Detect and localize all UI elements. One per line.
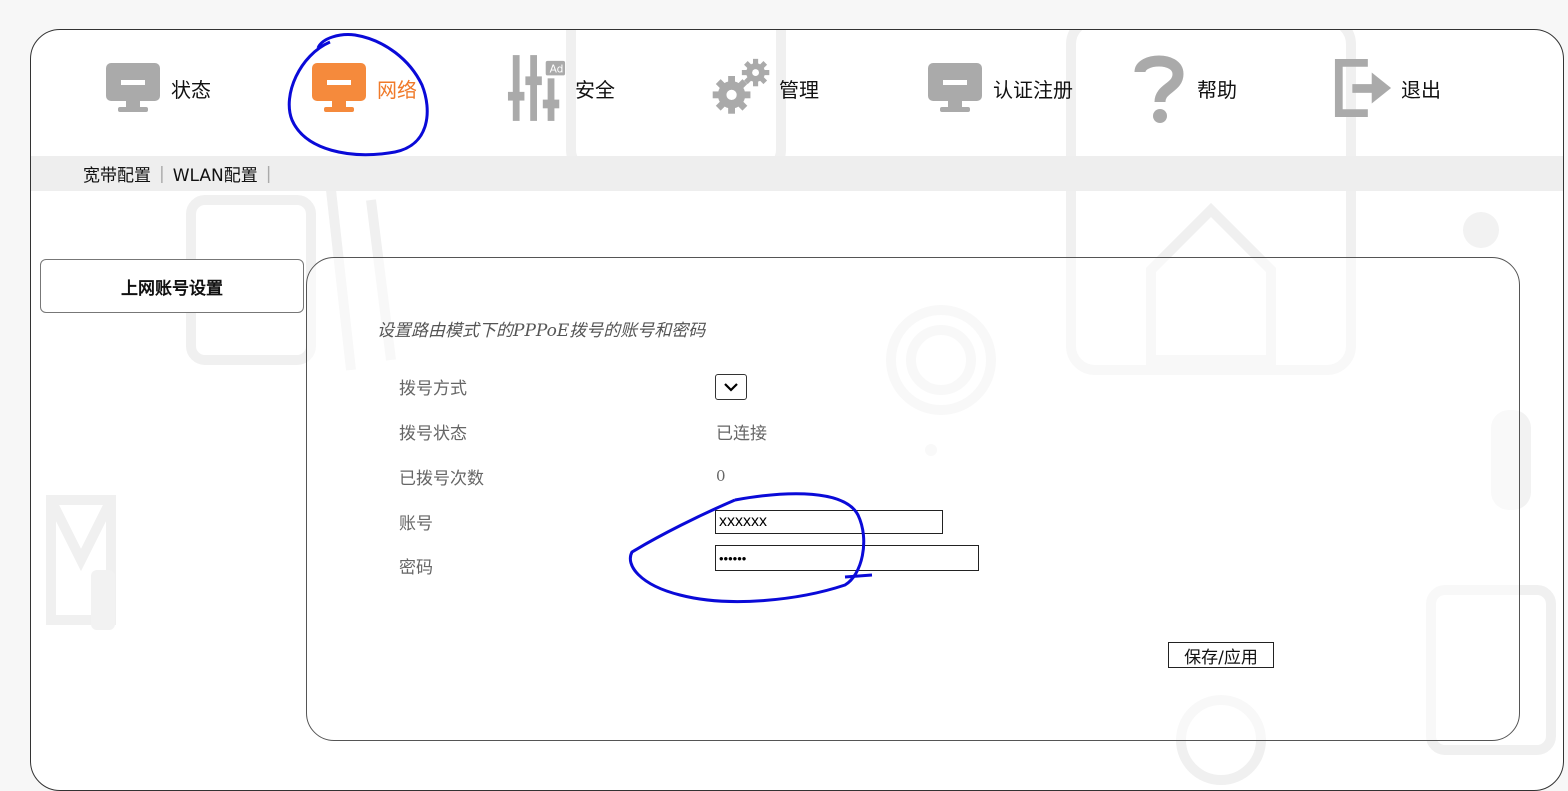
subnav-wlan-config[interactable]: WLAN配置 [173, 161, 258, 186]
nav-label: 网络 [377, 77, 417, 102]
nav-item-auth-register[interactable]: 认证注册 [925, 48, 1073, 128]
dial-mode-select[interactable] [715, 374, 747, 400]
nav-item-network[interactable]: 网络 [309, 48, 417, 128]
dial-mode-label: 拨号方式 [399, 378, 467, 399]
svg-text:Ad: Ad [550, 63, 564, 76]
dial-count-value: 0 [716, 467, 726, 485]
nav-item-help[interactable]: 帮助 [1129, 48, 1237, 128]
chevron-down-icon [724, 383, 738, 392]
nav-label: 管理 [779, 77, 819, 102]
logout-icon [1333, 53, 1393, 123]
pppoe-settings-panel: 设置路由模式下的PPPoE拨号的账号和密码 拨号方式 拨号状态 已连接 已拨号次… [306, 257, 1520, 741]
dial-count-label: 已拨号次数 [399, 468, 484, 489]
top-nav: 状态 网络 Ad 安全 管理 认证注册 帮助 退出 [31, 30, 1563, 156]
password-input[interactable]: •••••• [715, 545, 979, 571]
nav-label: 状态 [171, 77, 211, 102]
monitor-icon [925, 53, 985, 123]
monitor-icon [309, 53, 369, 123]
dial-status-label: 拨号状态 [399, 423, 467, 444]
dial-status-value: 已连接 [716, 423, 767, 444]
account-input[interactable]: xxxxxx [715, 510, 943, 534]
password-label: 密码 [399, 557, 433, 578]
subnav-separator: | [265, 163, 272, 184]
router-admin-window: 状态 网络 Ad 安全 管理 认证注册 帮助 退出 宽带配置 | WLAN配置 … [30, 29, 1564, 791]
panel-description: 设置路由模式下的PPPoE拨号的账号和密码 [377, 321, 706, 341]
sidebar-item-internet-account[interactable]: 上网账号设置 [40, 259, 304, 313]
sliders-icon: Ad [507, 53, 567, 123]
subnav-broadband-config[interactable]: 宽带配置 [83, 161, 151, 186]
nav-item-security[interactable]: Ad 安全 [507, 48, 615, 128]
account-label: 账号 [399, 513, 433, 534]
nav-label: 认证注册 [993, 77, 1073, 102]
nav-label: 安全 [575, 77, 615, 102]
nav-item-management[interactable]: 管理 [711, 48, 819, 128]
nav-item-logout[interactable]: 退出 [1333, 48, 1441, 128]
gears-icon [711, 53, 771, 123]
question-icon [1129, 53, 1189, 123]
save-apply-button[interactable]: 保存/应用 [1168, 642, 1274, 668]
nav-label: 帮助 [1197, 77, 1237, 102]
monitor-icon [103, 53, 163, 123]
nav-item-status[interactable]: 状态 [103, 48, 211, 128]
sub-nav: 宽带配置 | WLAN配置 | [31, 156, 1563, 191]
subnav-separator: | [159, 163, 165, 184]
nav-label: 退出 [1401, 77, 1441, 102]
